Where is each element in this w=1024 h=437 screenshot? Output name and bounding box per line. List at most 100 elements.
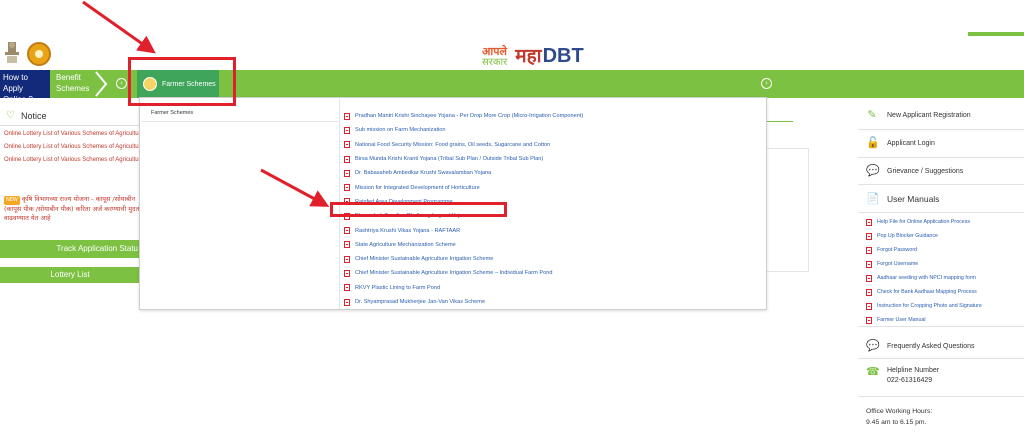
- manual-label: Aadhaar seeding with NPCI mapping form: [877, 275, 976, 281]
- pdf-icon: [866, 288, 872, 296]
- divider: [858, 212, 1024, 213]
- notice-item[interactable]: Online Lottery List of Various Schemes o…: [4, 143, 140, 152]
- scheme-item[interactable]: RKVY Plastic Lining to Farm Pond: [344, 281, 764, 295]
- logo-maha-text: महा: [515, 45, 542, 67]
- scheme-item[interactable]: Rashtriya Krushi Vikas Yojana - RAFTAAR: [344, 223, 764, 237]
- scheme-label: National Food Security Mission: Food gra…: [355, 141, 551, 148]
- scheme-item[interactable]: State Agriculture Mechanization Scheme: [344, 238, 764, 252]
- applicant-login-link[interactable]: 🔓 Applicant Login: [858, 134, 1024, 152]
- scheme-item[interactable]: Dr. Shyamprasad Mukherjee Jan-Van Vikas …: [344, 295, 764, 309]
- manual-item[interactable]: Forgot Password: [866, 243, 1024, 257]
- scheme-label: State Agriculture Mechanization Scheme: [355, 241, 456, 248]
- manual-item[interactable]: Check for Bank Aadhaar Mapping Process: [866, 285, 1024, 299]
- document-icon: [344, 255, 350, 263]
- notice-marathi[interactable]: NEW कृषि विभागच्या राज्य योजना - कापूस /स…: [4, 195, 140, 227]
- document-icon: [344, 126, 350, 134]
- helpline-text: Helpline Number 022-61316429: [887, 366, 939, 386]
- dropdown-category-column: Farmer Schemes: [140, 98, 340, 309]
- logo-sarkar-text: सरकार: [482, 57, 508, 68]
- manual-item[interactable]: Forgot Username: [866, 257, 1024, 271]
- office-hours: Office Working Hours: 9.45 am to 6.15 pm…: [866, 406, 932, 428]
- applicant-login-label: Applicant Login: [887, 139, 935, 147]
- faq-label: Frequently Asked Questions: [887, 342, 975, 350]
- document-icon: [344, 169, 350, 177]
- manual-label: Pop Up Blocker Guidance: [877, 233, 938, 239]
- manual-item[interactable]: Farmer User Manual: [866, 313, 1024, 327]
- manual-item[interactable]: Aadhaar seeding with NPCI mapping form: [866, 271, 1024, 285]
- lock-icon: 🔓: [866, 137, 880, 149]
- how-to-apply-link[interactable]: How to Apply Online ?: [0, 70, 50, 104]
- chat-icon: 💬: [866, 340, 880, 352]
- dropdown-category-farmer-schemes[interactable]: Farmer Schemes: [142, 108, 338, 122]
- scheme-item[interactable]: Chief Minister Sustainable Agriculture I…: [344, 252, 764, 266]
- national-emblem-icon: [5, 42, 19, 63]
- track-application-button[interactable]: Track Application Statu: [0, 240, 140, 258]
- divider: [858, 184, 1024, 185]
- manual-label: Farmer User Manual: [877, 317, 926, 323]
- manual-label: Help File for Online Application Process: [877, 219, 971, 225]
- scheme-item[interactable]: Dr. Babasaheb Ambedkar Krushi Swavalamba…: [344, 166, 764, 180]
- office-hours-value: 9.45 am to 6.15 pm.: [866, 419, 927, 426]
- scheme-item[interactable]: Sub mission on Farm Mechanization: [344, 123, 764, 137]
- helpline: ☎ Helpline Number 022-61316429: [858, 366, 1024, 390]
- document-icon: 📄: [866, 193, 880, 205]
- logo-dbt-text: DBT: [542, 45, 584, 67]
- user-manuals-title: User Manuals: [887, 194, 940, 204]
- scheme-item[interactable]: National Food Security Mission: Food gra…: [344, 138, 764, 152]
- manual-item[interactable]: Help File for Online Application Process: [866, 215, 1024, 229]
- new-registration-link[interactable]: ✎ New Applicant Registration: [858, 106, 1024, 124]
- document-icon: [344, 141, 350, 149]
- notice-item[interactable]: Online Lottery List of Various Schemes o…: [4, 130, 140, 139]
- scheme-label: Pradhan Mantri Krishi Sinchayee Yojana -…: [355, 113, 584, 120]
- document-icon: [344, 298, 350, 306]
- scheme-label: Sub mission on Farm Mechanization: [355, 127, 446, 134]
- document-icon: [344, 284, 350, 292]
- user-manuals-header: 📄 User Manuals: [858, 190, 1024, 208]
- scheme-label: Chief Minister Sustainable Agriculture I…: [355, 256, 494, 263]
- faq-link[interactable]: 💬 Frequently Asked Questions: [858, 338, 1024, 354]
- notice-header: ♡ Notice: [0, 106, 140, 126]
- helpline-number: 022-61316429: [887, 377, 933, 384]
- phone-icon: ☎: [866, 366, 880, 378]
- mahadbt-logo[interactable]: आपले सरकार महा DBT: [482, 42, 584, 68]
- notice-marathi-line: कृषि विभागच्या राज्य योजना - कापूस /सोया…: [21, 195, 136, 203]
- divider: [858, 157, 1024, 158]
- notice-item[interactable]: Online Lottery List of Various Schemes o…: [4, 156, 140, 165]
- helpline-label: Helpline Number: [887, 367, 940, 374]
- divider: [858, 396, 1024, 397]
- grievance-label: Grievance / Suggestions: [887, 167, 964, 175]
- header-accent-line: [968, 32, 1024, 36]
- new-badge: NEW: [4, 196, 20, 205]
- scheme-label: Dr. Shyamprasad Mukherjee Jan-Van Vikas …: [355, 299, 486, 305]
- divider: [858, 129, 1024, 130]
- manual-label: Check for Bank Aadhaar Mapping Process: [877, 289, 977, 295]
- notice-marathi-line: वाढवण्यात येत आहे: [4, 214, 51, 222]
- notice-marathi-line: (कापूस पीक /सोयाबीन पीक) करिता अर्ज करण्…: [4, 205, 140, 213]
- manual-label: Forgot Password: [877, 247, 918, 253]
- scheme-item[interactable]: Pradhan Mantri Krishi Sinchayee Yojana -…: [344, 109, 764, 123]
- grievance-link[interactable]: 💬 Grievance / Suggestions: [858, 162, 1024, 180]
- scheme-label: RKVY Plastic Lining to Farm Pond: [355, 284, 441, 291]
- pdf-icon: [866, 274, 872, 282]
- document-icon: [344, 112, 350, 120]
- manual-label: Forgot Username: [877, 261, 919, 267]
- nav-prev-icon[interactable]: ‹: [116, 78, 127, 89]
- manual-item[interactable]: Instruction for Cropping Photo and Signa…: [866, 299, 1024, 313]
- scheme-item[interactable]: Chief Minister Sustainable Agriculture I…: [344, 266, 764, 280]
- logo-aaple-sarkar: आपले सरकार: [482, 46, 507, 68]
- lottery-list-button[interactable]: Lottery List: [0, 267, 140, 283]
- scheme-item[interactable]: Birsa Munda Krishi Kranti Yojana (Tribal…: [344, 152, 764, 166]
- document-icon: [344, 184, 350, 192]
- nav-next-icon[interactable]: ›: [761, 78, 772, 89]
- notice-list: Online Lottery List of Various Schemes o…: [4, 130, 140, 169]
- edit-icon: ✎: [867, 109, 877, 121]
- scheme-label: Birsa Munda Krishi Kranti Yojana (Tribal…: [355, 156, 544, 163]
- document-icon: [344, 227, 350, 235]
- state-seal-icon: [27, 42, 51, 66]
- manual-item[interactable]: Pop Up Blocker Guidance: [866, 229, 1024, 243]
- content-divider: [767, 121, 793, 122]
- bell-icon: ♡: [6, 110, 15, 121]
- scheme-item[interactable]: Mission for Integrated Development of Ho…: [344, 180, 764, 194]
- highlight-box-farmer-tab: [128, 57, 236, 106]
- chat-icon: 💬: [866, 165, 880, 177]
